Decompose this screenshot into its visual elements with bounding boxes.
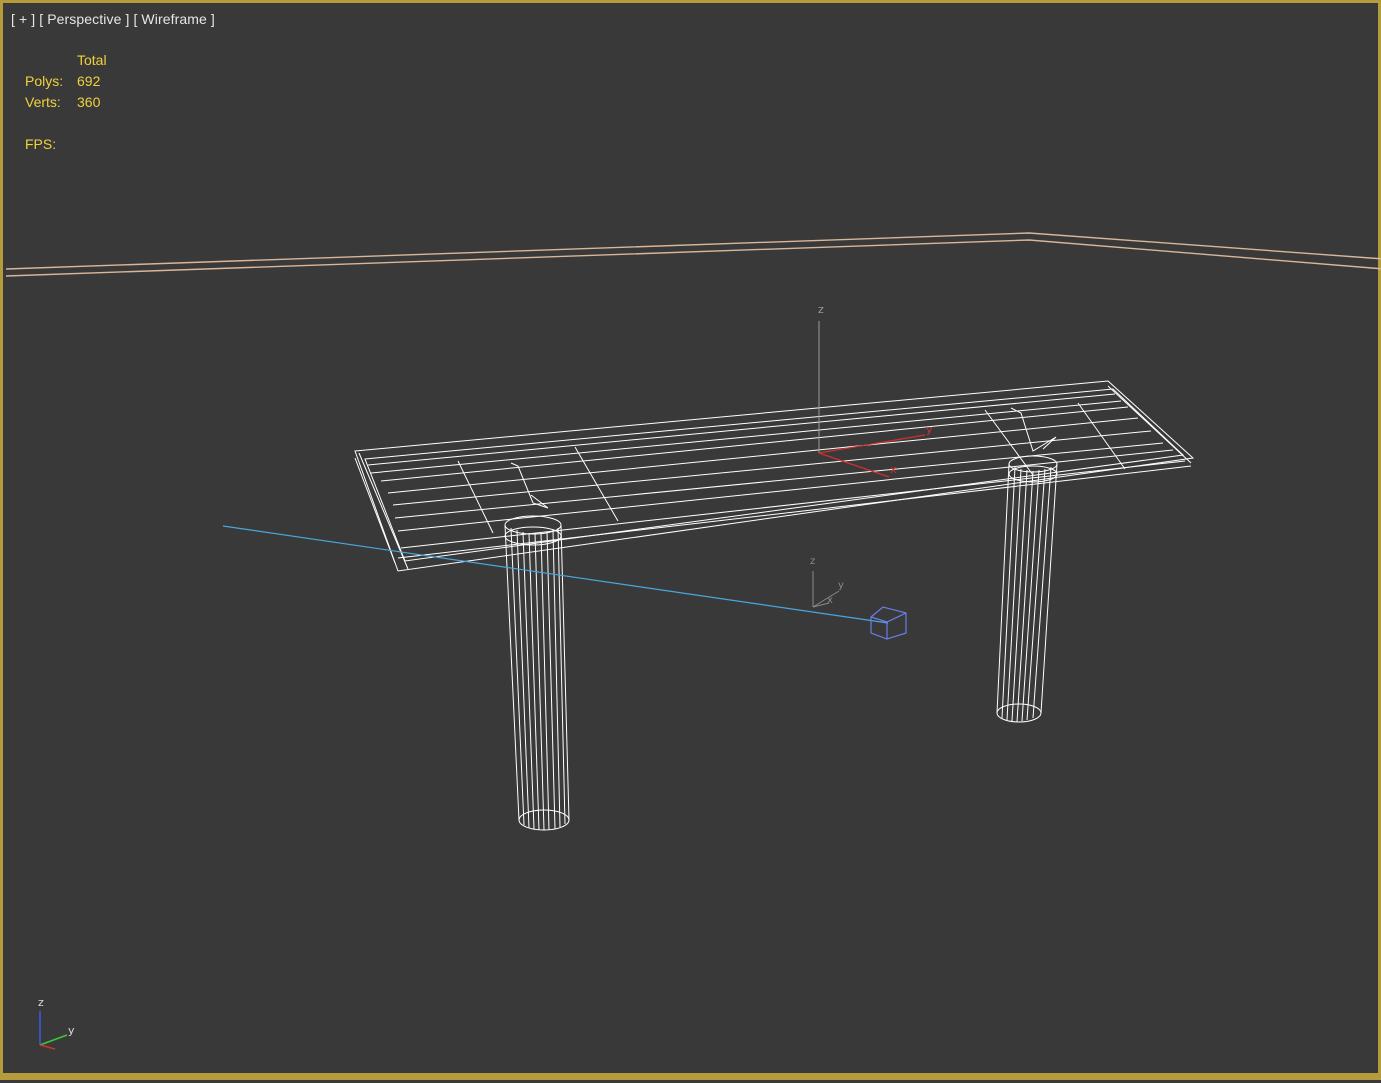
gizmo-x-label: x <box>890 463 897 476</box>
viewport-menu-shading[interactable]: [ Wireframe ] <box>133 11 214 27</box>
stats-spacer <box>25 50 77 71</box>
stats-total-header: Total <box>77 52 107 68</box>
light-axis-gizmo <box>812 571 840 608</box>
perspective-viewport[interactable]: z y x z y x z y [ + ] [ Perspective] [… <box>0 0 1381 1080</box>
stats-verts-label: Verts: <box>25 94 61 110</box>
gizmo-y-label: y <box>926 423 933 436</box>
statistics-overlay: Total Polys: 692 Verts: 360 FPS: <box>25 50 107 155</box>
wall-outline <box>5 232 1381 277</box>
light-axis-z-label: z <box>810 556 815 567</box>
stats-fps-label: FPS: <box>25 136 57 152</box>
world-axis-icon <box>39 1011 68 1050</box>
stats-polys-value: 692 <box>77 73 101 89</box>
bench-seat-top <box>354 380 1195 572</box>
bench-leg-left[interactable] <box>504 515 570 831</box>
stats-gap <box>25 113 107 134</box>
stats-polys-label: Polys: <box>25 73 64 89</box>
viewport-menu-plus[interactable]: [ + ] <box>11 11 35 27</box>
bench-leg-right[interactable] <box>996 455 1058 723</box>
viewport-scene[interactable]: z y x z y x z y <box>3 3 1381 1083</box>
world-axis-z-label: z <box>38 996 44 1009</box>
light-icon[interactable] <box>870 606 907 640</box>
bench-wireframe[interactable] <box>354 380 1195 572</box>
light-axis-y-label: y <box>838 580 844 591</box>
viewport-bottom-border <box>3 1073 1381 1077</box>
world-axis-y-label: y <box>68 1024 75 1037</box>
stats-verts-value: 360 <box>77 94 101 110</box>
light-axis-x-label: x <box>827 595 833 606</box>
gizmo-z-label: z <box>818 303 824 316</box>
viewport-menu-view[interactable]: [ Perspective ] <box>39 11 129 27</box>
viewport-label: [ + ] [ Perspective ] [ Wireframe ] <box>11 11 215 27</box>
